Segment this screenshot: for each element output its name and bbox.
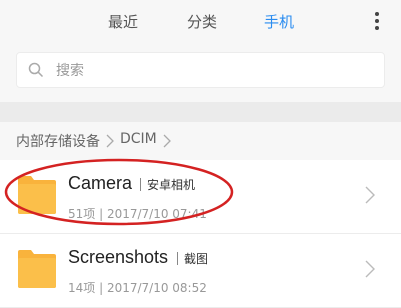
chevron-right-icon [106, 134, 114, 148]
more-vertical-icon[interactable] [375, 12, 379, 30]
folder-icon [18, 176, 56, 214]
list-item-screenshots[interactable]: Screenshots 截图 14项 | 2017/7/10 08:52 [0, 234, 401, 308]
chevron-right-icon [365, 260, 375, 278]
folder-tag: 安卓相机 [147, 178, 196, 192]
tab-recent[interactable]: 最近 [108, 11, 138, 32]
folder-icon [18, 250, 56, 288]
section-divider [0, 102, 401, 122]
search-box[interactable] [16, 52, 385, 88]
tab-category[interactable]: 分类 [187, 11, 217, 32]
search-icon [28, 62, 44, 78]
chevron-right-icon [163, 134, 171, 148]
folder-tag: 截图 [184, 252, 209, 266]
tag-separator [177, 252, 178, 265]
folder-name: Screenshots [68, 247, 169, 267]
tag-separator [140, 178, 141, 191]
search-area [0, 44, 401, 102]
folder-name: Camera [68, 173, 133, 193]
breadcrumb-internal-storage[interactable]: 内部存储设备 [16, 131, 100, 151]
chevron-right-icon [365, 186, 375, 204]
search-input[interactable] [54, 59, 358, 83]
breadcrumb: 内部存储设备 DCIM [0, 122, 401, 161]
folder-meta: 51项 | 2017/7/10 07:41 [68, 207, 207, 221]
breadcrumb-dcim[interactable]: DCIM [120, 131, 157, 147]
list-item-camera[interactable]: Camera 安卓相机 51项 | 2017/7/10 07:41 [0, 160, 401, 234]
top-tab-bar: 最近 分类 手机 [0, 0, 401, 44]
folder-meta: 14项 | 2017/7/10 08:52 [68, 281, 207, 295]
tab-phone[interactable]: 手机 [264, 11, 294, 32]
